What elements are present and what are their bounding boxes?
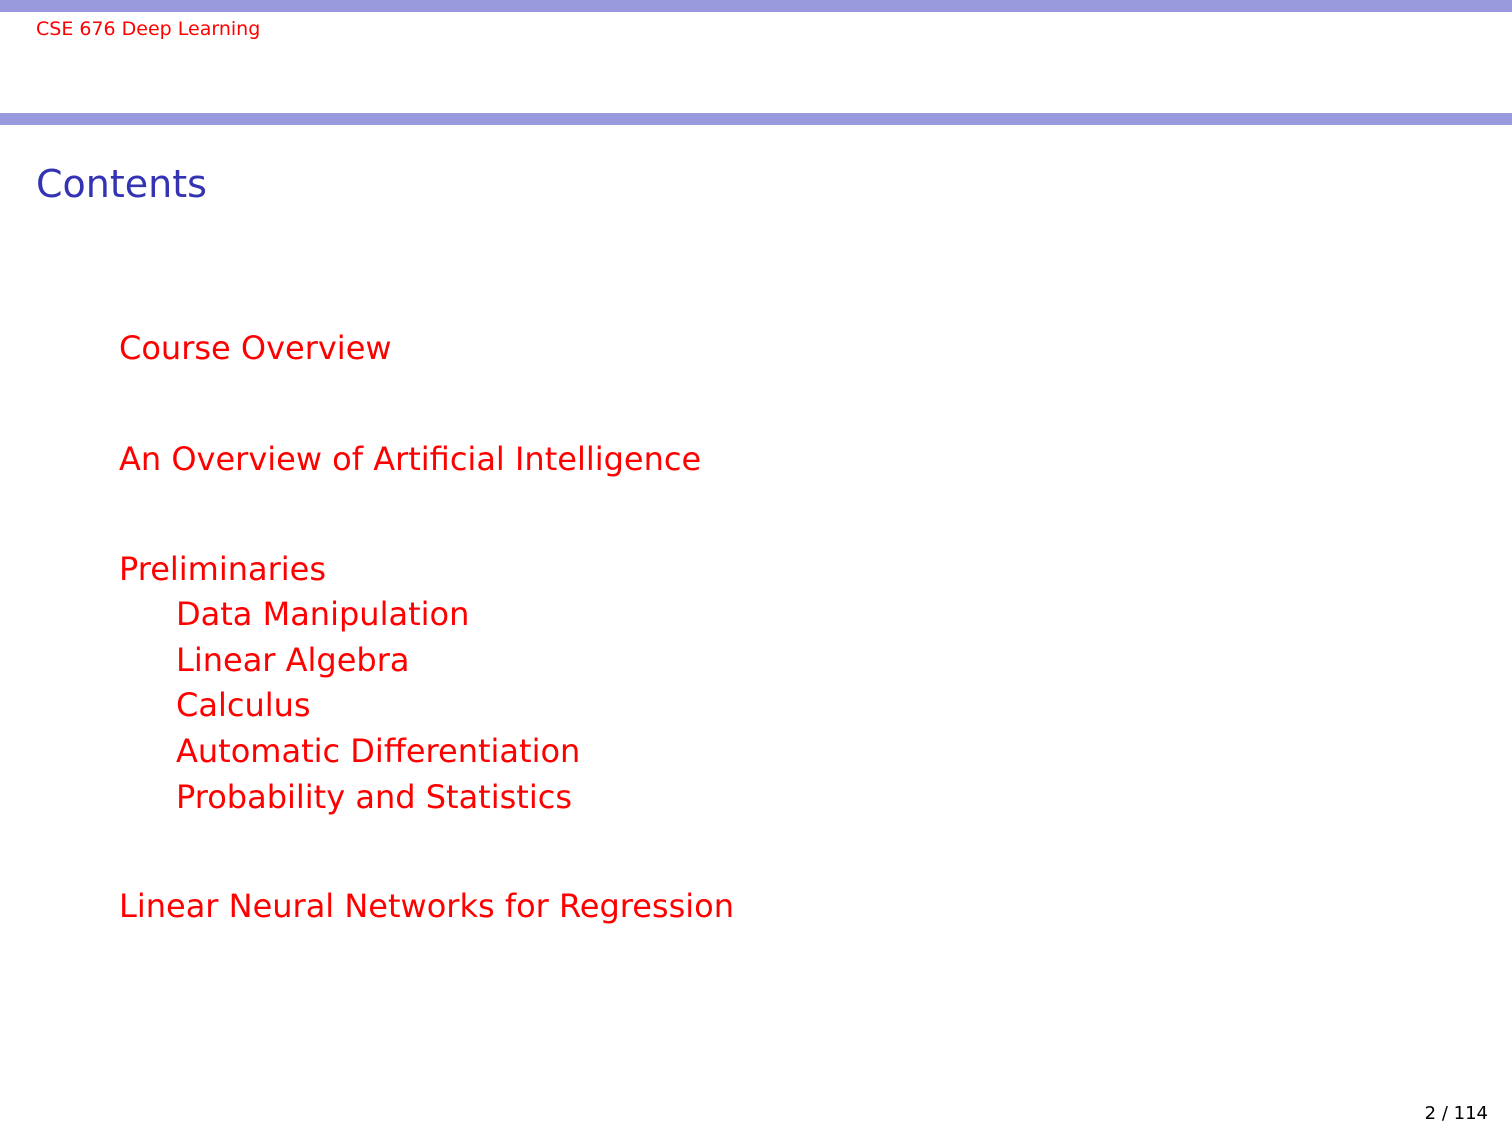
- table-of-contents: Course Overview An Overview of Artificia…: [0, 0, 1512, 1134]
- toc-subsection-linear-algebra[interactable]: Linear Algebra: [176, 638, 409, 682]
- toc-section-preliminaries[interactable]: Preliminaries: [119, 547, 326, 591]
- toc-subsection-data-manipulation[interactable]: Data Manipulation: [176, 592, 469, 636]
- toc-section-linear-neural-networks[interactable]: Linear Neural Networks for Regression: [119, 884, 734, 928]
- page-number: 2 / 114: [1424, 1103, 1488, 1124]
- toc-subsection-calculus[interactable]: Calculus: [176, 683, 311, 727]
- toc-section-ai-overview[interactable]: An Overview of Artificial Intelligence: [119, 437, 701, 481]
- toc-section-course-overview[interactable]: Course Overview: [119, 326, 392, 370]
- toc-subsection-probability-statistics[interactable]: Probability and Statistics: [176, 775, 572, 819]
- toc-subsection-automatic-differentiation[interactable]: Automatic Differentiation: [176, 729, 580, 773]
